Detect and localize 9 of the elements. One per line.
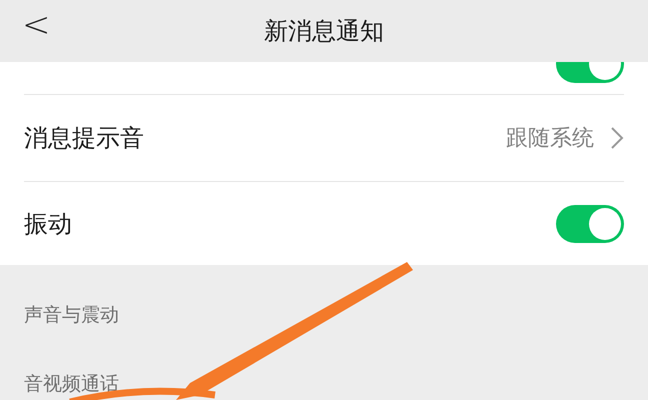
setting-label: 振动 — [24, 208, 72, 240]
page-title: 新消息通知 — [264, 16, 384, 47]
section-header: 音视频通话 — [23, 372, 120, 396]
back-button[interactable]: < — [22, 8, 50, 42]
section-header: 声音与震动 — [23, 303, 120, 328]
toggle-switch[interactable] — [556, 204, 624, 242]
setting-value: 跟随系统 — [506, 124, 594, 152]
chevron-icon — [610, 126, 624, 150]
setting-label: 消息提示音 — [24, 123, 144, 154]
